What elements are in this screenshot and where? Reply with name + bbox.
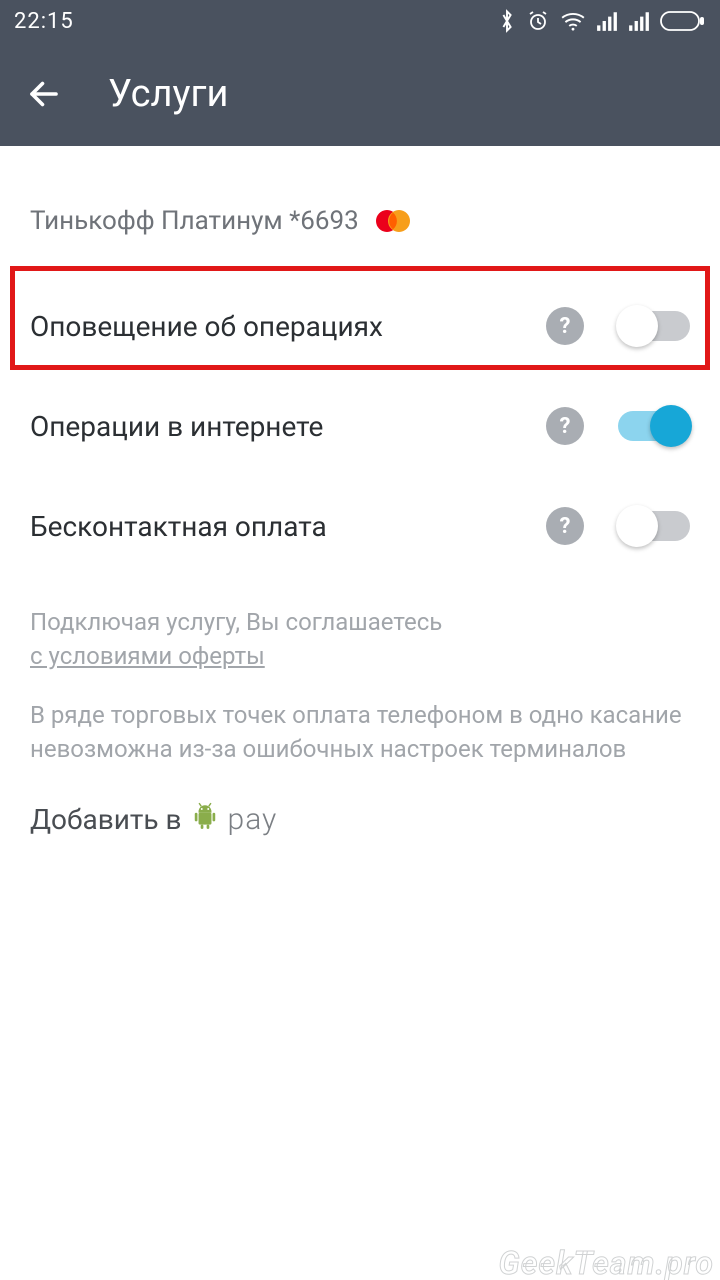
status-icons [498, 9, 706, 33]
content: Тинькофф Платинум *6693 Оповещение об оп… [0, 146, 720, 847]
info-block: Подключая услугу, Вы соглашаетесь с усло… [0, 576, 720, 766]
card-name-row: Тинькофф Платинум *6693 [0, 206, 720, 276]
add-to-pay-row[interactable]: Добавить в pay [0, 792, 720, 847]
setting-label: Оповещение об операциях [30, 310, 546, 343]
signal1-icon [596, 11, 618, 31]
android-icon [192, 802, 218, 837]
watermark: GeekTeam.pro [499, 1244, 714, 1280]
setting-label: Операции в интернете [30, 410, 546, 443]
setting-row-contactless: Бесконтактная оплата ? [0, 476, 720, 576]
back-button[interactable] [20, 70, 68, 118]
card-name-label: Тинькофф Платинум *6693 [30, 206, 359, 236]
app-bar: Услуги [0, 42, 720, 146]
status-bar: 22:15 [0, 0, 720, 42]
battery-icon [660, 10, 706, 32]
info-paragraph: В ряде торговых точек оплата телефоном в… [30, 699, 690, 766]
alarm-icon [526, 9, 550, 33]
setting-row-notifications: Оповещение об операциях ? [0, 276, 720, 376]
help-icon[interactable]: ? [546, 507, 584, 545]
bluetooth-icon [498, 9, 516, 33]
signal2-icon [628, 11, 650, 31]
arrow-left-icon [26, 76, 62, 112]
pay-brand-text: pay [228, 802, 278, 837]
setting-row-internet: Операции в интернете ? [0, 376, 720, 476]
info-line1: Подключая услугу, Вы соглашаетесь [30, 608, 442, 636]
toggle-notifications[interactable] [618, 311, 690, 341]
setting-label: Бесконтактная оплата [30, 510, 546, 543]
help-icon[interactable]: ? [546, 407, 584, 445]
toggle-contactless[interactable] [618, 511, 690, 541]
page-title: Услуги [108, 72, 228, 116]
addpay-prefix: Добавить в [30, 803, 182, 836]
terms-link[interactable]: с условиями оферты [30, 642, 265, 670]
mastercard-icon [373, 208, 413, 234]
wifi-icon [560, 10, 586, 32]
help-icon[interactable]: ? [546, 307, 584, 345]
status-time: 22:15 [14, 9, 74, 34]
toggle-internet[interactable] [618, 411, 690, 441]
